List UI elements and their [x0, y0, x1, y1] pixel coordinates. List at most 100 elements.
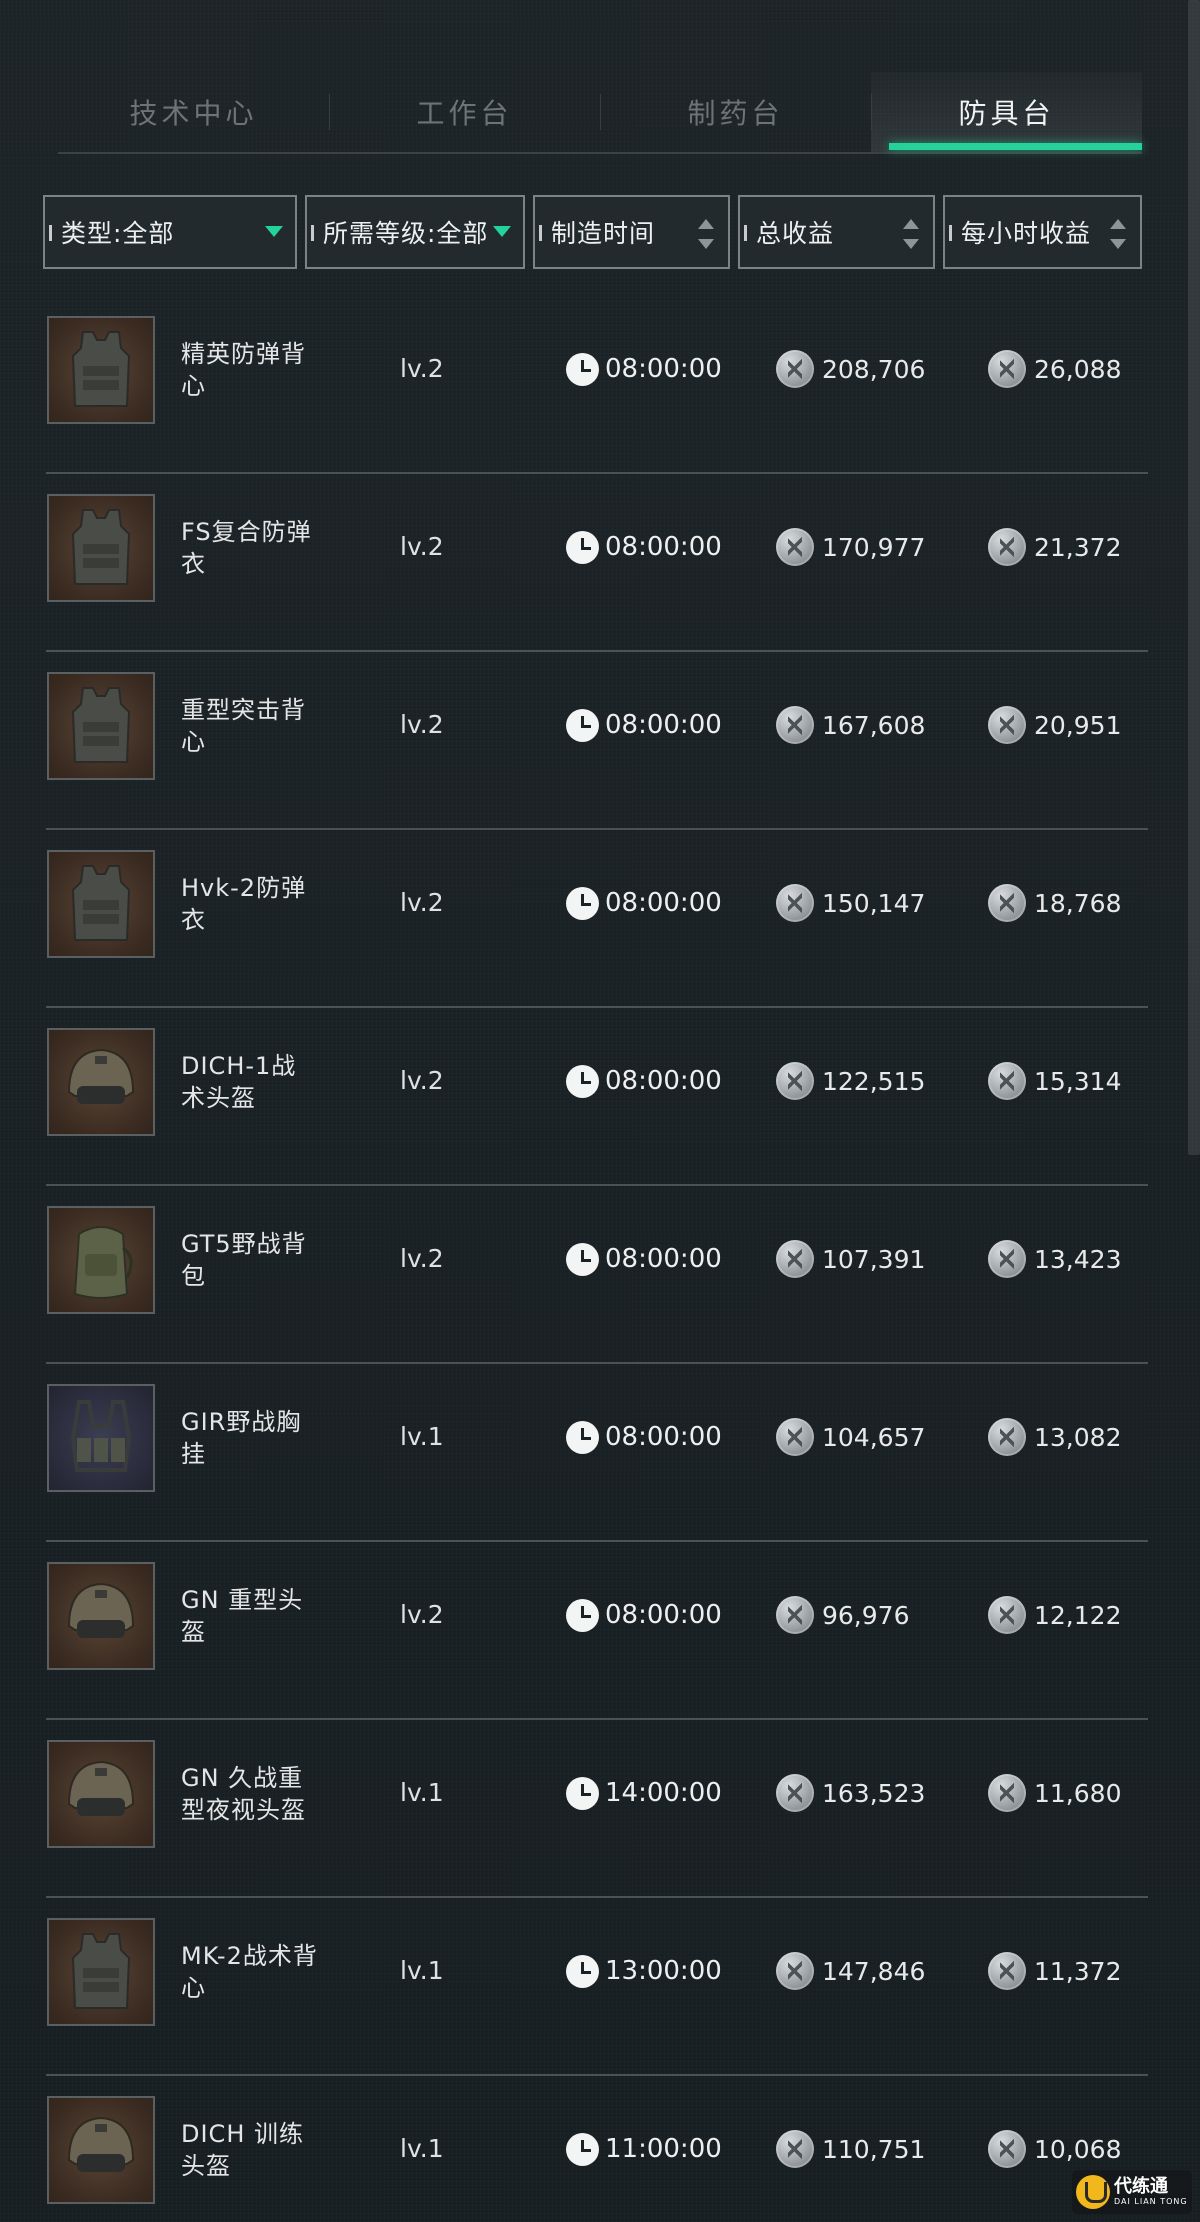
- list-item[interactable]: MK-2战术背心 lv.1 13:00:00 147,846 11,372: [0, 1898, 1200, 2076]
- hourly-profit-value: 11,372: [1034, 1956, 1122, 1986]
- craft-time: 08:00:00: [566, 349, 722, 389]
- item-level: lv.1: [400, 1956, 444, 1985]
- tab-tech-center[interactable]: 技术中心: [58, 72, 329, 152]
- item-level: lv.2: [400, 1066, 444, 1095]
- craft-time: 14:00:00: [566, 1773, 722, 1813]
- tab-workbench[interactable]: 工作台: [329, 72, 600, 152]
- tab-armor-bench[interactable]: 防具台: [871, 72, 1142, 152]
- craft-time-value: 08:00:00: [605, 354, 722, 384]
- coin-icon: [988, 1418, 1026, 1456]
- vest-icon: [47, 850, 155, 958]
- list-item[interactable]: GT5野战背包 lv.2 08:00:00 107,391 13,423: [0, 1186, 1200, 1364]
- hourly-profit-value: 21,372: [1034, 532, 1122, 562]
- sort-time-label: 制造时间: [551, 219, 656, 248]
- coin-icon: [776, 1240, 814, 1278]
- total-profit-value: 104,657: [822, 1422, 926, 1452]
- total-profit-value: 150,147: [822, 888, 926, 918]
- hourly-profit: 20,951: [988, 705, 1121, 745]
- total-profit-value: 170,977: [822, 532, 926, 562]
- watermark-text: 代练通: [1114, 2176, 1168, 2197]
- craft-time-value: 11:00:00: [605, 2134, 722, 2164]
- list-item[interactable]: GN 久战重型夜视头盔 lv.1 14:00:00 163,523 11,680: [0, 1720, 1200, 1898]
- coin-icon: [988, 528, 1026, 566]
- item-level: lv.2: [400, 710, 444, 739]
- coin-icon: [776, 1418, 814, 1456]
- hourly-profit-value: 12,122: [1034, 1600, 1122, 1630]
- item-name: GT5野战背包: [181, 1230, 307, 1290]
- item-level: lv.2: [400, 354, 444, 383]
- hourly-profit: 13,423: [988, 1239, 1121, 1279]
- total-profit: 107,391: [776, 1239, 925, 1279]
- hourly-profit-value: 10,068: [1034, 2134, 1122, 2164]
- list-item[interactable]: FS复合防弹衣 lv.2 08:00:00 170,977 21,372: [0, 474, 1200, 652]
- sort-time-button[interactable]: 制造时间: [533, 195, 730, 269]
- hourly-profit-value: 26,088: [1034, 354, 1122, 384]
- list-item[interactable]: DICH 训练头盔 lv.1 11:00:00 110,751 10,068: [0, 2076, 1200, 2222]
- item-level: lv.1: [400, 1422, 444, 1451]
- item-name: MK-2战术背心: [181, 1942, 318, 2002]
- total-profit-value: 147,846: [822, 1956, 926, 1986]
- hourly-profit-value: 11,680: [1034, 1778, 1122, 1808]
- coin-icon: [776, 884, 814, 922]
- clock-icon: [566, 886, 599, 920]
- list-item[interactable]: GN 重型头盔 lv.2 08:00:00 96,976 12,122: [0, 1542, 1200, 1720]
- total-profit: 122,515: [776, 1061, 925, 1101]
- level-filter-dropdown[interactable]: 所需等级:全部: [305, 195, 525, 269]
- craft-time-value: 08:00:00: [605, 710, 722, 740]
- item-name: GIR野战胸挂: [181, 1408, 302, 1468]
- total-profit: 110,751: [776, 2129, 925, 2169]
- list-item[interactable]: 精英防弹背心 lv.2 08:00:00 208,706 26,088: [0, 296, 1200, 474]
- item-level: lv.1: [400, 1778, 444, 1807]
- level-filter-label: 所需等级:全部: [323, 219, 489, 248]
- craft-time: 08:00:00: [566, 1239, 722, 1279]
- coin-icon: [988, 1774, 1026, 1812]
- watermark: 代练通 DAI LIAN TONG: [1072, 2170, 1192, 2214]
- item-name: 精英防弹背心: [181, 340, 306, 400]
- craft-time: 08:00:00: [566, 883, 722, 923]
- clock-icon: [566, 1776, 599, 1810]
- hourly-profit: 11,680: [988, 1773, 1121, 1813]
- sort-total-button[interactable]: 总收益: [738, 195, 935, 269]
- clock-icon: [566, 708, 599, 742]
- craft-time: 08:00:00: [566, 1417, 722, 1457]
- hourly-profit: 10,068: [988, 2129, 1121, 2169]
- total-profit: 163,523: [776, 1773, 925, 1813]
- craft-time: 08:00:00: [566, 705, 722, 745]
- coin-icon: [988, 1062, 1026, 1100]
- clock-icon: [566, 1242, 599, 1276]
- watermark-subtext: DAI LIAN TONG: [1114, 2197, 1188, 2206]
- clock-icon: [566, 2132, 599, 2166]
- craft-time: 08:00:00: [566, 1595, 722, 1635]
- tab-pharmacy[interactable]: 制药台: [600, 72, 871, 152]
- craft-time: 11:00:00: [566, 2129, 722, 2169]
- logo-icon: [1076, 2175, 1110, 2209]
- chevron-down-icon: [265, 226, 283, 237]
- coin-icon: [988, 350, 1026, 388]
- total-profit: 170,977: [776, 527, 925, 567]
- coin-icon: [988, 1952, 1026, 1990]
- item-name: 重型突击背心: [181, 696, 306, 756]
- item-name: FS复合防弹衣: [181, 518, 312, 578]
- item-level: lv.2: [400, 888, 444, 917]
- vest-icon: [47, 494, 155, 602]
- hourly-profit: 18,768: [988, 883, 1121, 923]
- total-profit: 104,657: [776, 1417, 925, 1457]
- list-item[interactable]: GIR野战胸挂 lv.1 08:00:00 104,657 13,082: [0, 1364, 1200, 1542]
- type-filter-dropdown[interactable]: 类型:全部: [43, 195, 297, 269]
- list-item[interactable]: 重型突击背心 lv.2 08:00:00 167,608 20,951: [0, 652, 1200, 830]
- coin-icon: [776, 1596, 814, 1634]
- list-item[interactable]: Hvk-2防弹衣 lv.2 08:00:00 150,147 18,768: [0, 830, 1200, 1008]
- coin-icon: [776, 1774, 814, 1812]
- total-profit: 167,608: [776, 705, 925, 745]
- helmet-icon: [47, 2096, 155, 2204]
- coin-icon: [776, 1062, 814, 1100]
- coin-icon: [776, 2130, 814, 2168]
- backpack-icon: [47, 1206, 155, 1314]
- item-level: lv.2: [400, 532, 444, 561]
- sort-hourly-button[interactable]: 每小时收益: [943, 195, 1142, 269]
- clock-icon: [566, 1598, 599, 1632]
- list-item[interactable]: DICH-1战术头盔 lv.2 08:00:00 122,515 15,314: [0, 1008, 1200, 1186]
- craft-time: 13:00:00: [566, 1951, 722, 1991]
- craft-time: 08:00:00: [566, 1061, 722, 1101]
- item-name: GN 久战重型夜视头盔: [181, 1764, 306, 1824]
